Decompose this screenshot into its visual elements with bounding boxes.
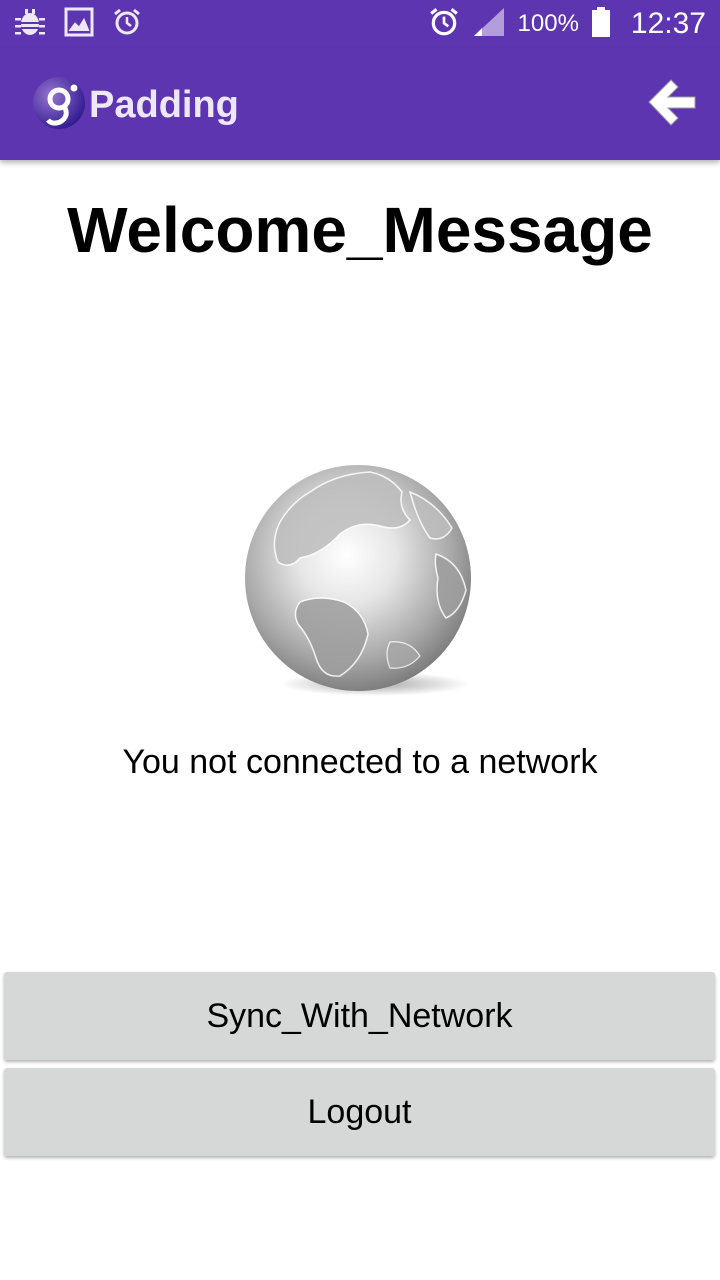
- app-title: Padding: [89, 84, 239, 126]
- back-button[interactable]: [644, 76, 700, 132]
- back-arrow-icon: [647, 77, 697, 132]
- app-logo-icon: [32, 76, 86, 130]
- bug-icon: [14, 6, 46, 43]
- battery-level: 100%: [517, 10, 579, 37]
- battery-icon: [591, 6, 611, 43]
- sync-with-network-button[interactable]: Sync_With_Network: [4, 972, 715, 1060]
- image-icon: [64, 7, 94, 42]
- status-right-icons: 100% 12:37: [428, 6, 706, 42]
- alarm-icon: [112, 7, 142, 42]
- app-bar: Padding: [0, 48, 720, 160]
- alarm-icon: [428, 6, 460, 43]
- globe-icon: [240, 462, 480, 702]
- status-left-icons: [14, 6, 142, 43]
- welcome-message: Welcome_Message: [67, 194, 653, 266]
- status-bar: 100% 12:37: [0, 0, 720, 48]
- network-status-text: You not connected to a network: [122, 743, 598, 781]
- logout-button[interactable]: Logout: [4, 1068, 715, 1156]
- signal-icon: [472, 6, 506, 43]
- status-clock: 12:37: [630, 7, 706, 40]
